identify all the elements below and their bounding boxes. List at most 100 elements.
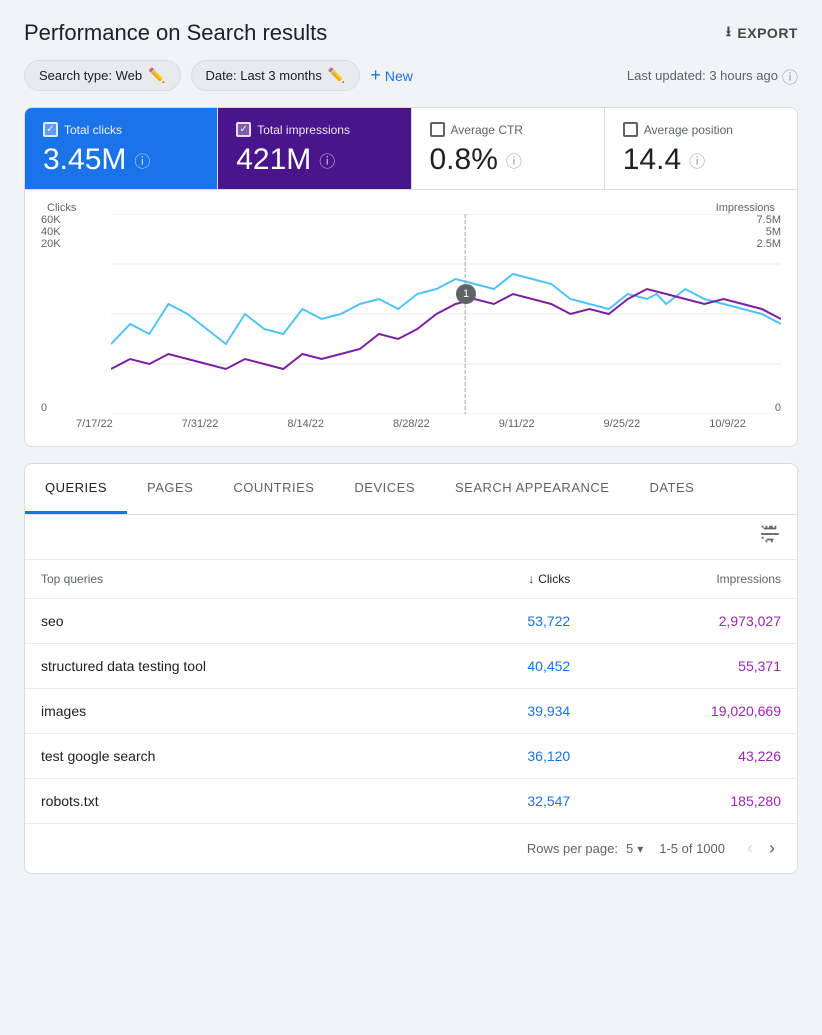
- y-left-tick-3: 0: [41, 402, 69, 414]
- top-bar: Performance on Search results ⭳ EXPORT: [0, 0, 822, 60]
- query-cell: test google search: [25, 734, 432, 779]
- plus-icon: +: [370, 65, 381, 86]
- y-left-tick-1: 40K: [41, 226, 69, 238]
- clicks-cell: 32,547: [432, 779, 586, 824]
- table-row: images 39,934 19,020,669: [25, 689, 797, 734]
- metric-label-position: Average position: [644, 123, 733, 137]
- impressions-cell: 19,020,669: [586, 689, 797, 734]
- metric-card-avg-position[interactable]: Average position 14.4 ⓘ: [605, 108, 797, 189]
- sort-arrow-clicks: ↓ Clicks: [528, 572, 570, 586]
- table-filter-button[interactable]: [759, 523, 781, 551]
- metric-value-ctr: 0.8%: [430, 143, 498, 177]
- col-header-clicks[interactable]: ↓ Clicks: [432, 560, 586, 599]
- export-label: EXPORT: [737, 25, 798, 41]
- checkbox-clicks[interactable]: ✓: [43, 122, 58, 137]
- rows-per-page-value: 5: [626, 841, 633, 856]
- tab-pages[interactable]: PAGES: [127, 464, 213, 514]
- new-button[interactable]: + New: [370, 65, 413, 86]
- search-type-filter[interactable]: Search type: Web ✏️: [24, 60, 181, 91]
- export-icon: ⭳: [726, 21, 731, 45]
- tab-search-appearance[interactable]: SEARCH APPEARANCE: [435, 464, 629, 514]
- metric-card-total-clicks[interactable]: ✓ Total clicks 3.45M ⓘ: [25, 108, 218, 189]
- tab-devices[interactable]: DEVICES: [334, 464, 435, 514]
- impressions-cell: 43,226: [586, 734, 797, 779]
- impressions-cell: 185,280: [586, 779, 797, 824]
- page-navigation: ‹ ›: [741, 836, 781, 861]
- query-cell: robots.txt: [25, 779, 432, 824]
- filter-icon: [759, 523, 781, 545]
- x-label-3: 8/28/22: [393, 418, 430, 430]
- tabs-bar: QUERIES PAGES COUNTRIES DEVICES SEARCH A…: [25, 464, 797, 515]
- filter-bar: Search type: Web ✏️ Date: Last 3 months …: [0, 60, 822, 107]
- x-label-4: 9/11/22: [499, 418, 535, 430]
- table-header-row: Top queries ↓ Clicks Impressions: [25, 560, 797, 599]
- chevron-down-icon: ▾: [637, 842, 643, 856]
- data-table: Top queries ↓ Clicks Impressions seo 53,…: [25, 560, 797, 823]
- chart-header-labels: Clicks Impressions: [41, 202, 781, 214]
- clicks-cell: 53,722: [432, 599, 586, 644]
- impressions-cell: 2,973,027: [586, 599, 797, 644]
- tabs-section: QUERIES PAGES COUNTRIES DEVICES SEARCH A…: [24, 463, 798, 874]
- metric-value-row-position: 14.4 ⓘ: [623, 143, 779, 177]
- chart-x-labels: 7/17/22 7/31/22 8/14/22 8/28/22 9/11/22 …: [41, 414, 781, 430]
- marker-number: 1: [463, 288, 469, 300]
- y-left-tick-2: 20K: [41, 238, 69, 250]
- prev-page-button[interactable]: ‹: [741, 836, 759, 861]
- help-icon-header: ⓘ: [782, 64, 798, 88]
- chart-area: Clicks Impressions 60K 40K 20K 0 7.5M 5M…: [25, 190, 797, 446]
- pagination-row: Rows per page: 5 ▾ 1-5 of 1000 ‹ ›: [25, 823, 797, 873]
- x-label-0: 7/17/22: [76, 418, 113, 430]
- sort-down-icon: ↓: [528, 572, 534, 586]
- tab-countries[interactable]: COUNTRIES: [213, 464, 334, 514]
- metric-card-total-impressions[interactable]: ✓ Total impressions 421M ⓘ: [218, 108, 411, 189]
- last-updated: Last updated: 3 hours ago ⓘ: [627, 64, 798, 88]
- impressions-cell: 55,371: [586, 644, 797, 689]
- metric-header-position: Average position: [623, 122, 779, 137]
- date-filter[interactable]: Date: Last 3 months ✏️: [191, 60, 361, 91]
- help-icon-impressions[interactable]: ⓘ: [319, 148, 335, 172]
- rows-per-page-control: Rows per page: 5 ▾: [527, 841, 643, 856]
- help-icon-clicks[interactable]: ⓘ: [134, 148, 150, 172]
- tab-queries[interactable]: QUERIES: [25, 464, 127, 514]
- metric-value-row-ctr: 0.8% ⓘ: [430, 143, 586, 177]
- rows-per-page-select[interactable]: 5 ▾: [626, 841, 643, 856]
- next-page-button[interactable]: ›: [763, 836, 781, 861]
- y-axis-left: 60K 40K 20K 0: [41, 214, 73, 414]
- query-cell: seo: [25, 599, 432, 644]
- metric-value-impressions: 421M: [236, 143, 311, 177]
- y-left-tick-0: 60K: [41, 214, 69, 226]
- table-row: test google search 36,120 43,226: [25, 734, 797, 779]
- col-header-impressions[interactable]: Impressions: [586, 560, 797, 599]
- new-label: New: [385, 68, 413, 84]
- clicks-cell: 40,452: [432, 644, 586, 689]
- chart-container: 1: [111, 214, 781, 414]
- chart-svg: [111, 214, 781, 414]
- clicks-axis-label: Clicks: [47, 202, 76, 214]
- impressions-axis-label: Impressions: [716, 202, 775, 214]
- export-button[interactable]: ⭳ EXPORT: [726, 21, 798, 45]
- x-label-1: 7/31/22: [182, 418, 219, 430]
- table-row: structured data testing tool 40,452 55,3…: [25, 644, 797, 689]
- query-cell: images: [25, 689, 432, 734]
- table-row: seo 53,722 2,973,027: [25, 599, 797, 644]
- table-body: seo 53,722 2,973,027 structured data tes…: [25, 599, 797, 824]
- help-icon-position[interactable]: ⓘ: [689, 148, 705, 172]
- search-type-label: Search type: Web: [39, 68, 142, 83]
- metric-value-row-impressions: 421M ⓘ: [236, 143, 392, 177]
- metric-label-clicks: Total clicks: [64, 123, 122, 137]
- chart-wrapper: 60K 40K 20K 0 7.5M 5M 2.5M 0: [41, 214, 781, 414]
- metrics-cards: ✓ Total clicks 3.45M ⓘ ✓ Total impressio…: [25, 108, 797, 190]
- last-updated-text: Last updated: 3 hours ago: [627, 68, 778, 83]
- rows-per-page-label: Rows per page:: [527, 841, 618, 856]
- metric-header-clicks: ✓ Total clicks: [43, 122, 199, 137]
- clicks-cell: 36,120: [432, 734, 586, 779]
- query-cell: structured data testing tool: [25, 644, 432, 689]
- checkbox-impressions[interactable]: ✓: [236, 122, 251, 137]
- metric-header-ctr: Average CTR: [430, 122, 586, 137]
- metric-value-row-clicks: 3.45M ⓘ: [43, 143, 199, 177]
- checkbox-ctr[interactable]: [430, 122, 445, 137]
- checkbox-position[interactable]: [623, 122, 638, 137]
- help-icon-ctr[interactable]: ⓘ: [506, 148, 522, 172]
- tab-dates[interactable]: DATES: [629, 464, 714, 514]
- metric-card-avg-ctr[interactable]: Average CTR 0.8% ⓘ: [412, 108, 605, 189]
